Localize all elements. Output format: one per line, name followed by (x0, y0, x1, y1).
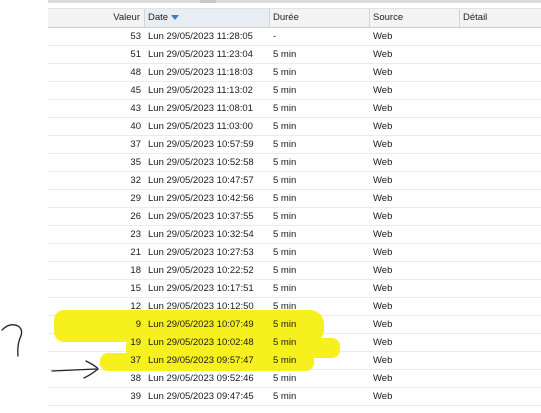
question-mark-icon (1, 324, 23, 357)
hand-drawn-arrow-icon (51, 368, 97, 372)
annotation-layer (1, 324, 99, 379)
